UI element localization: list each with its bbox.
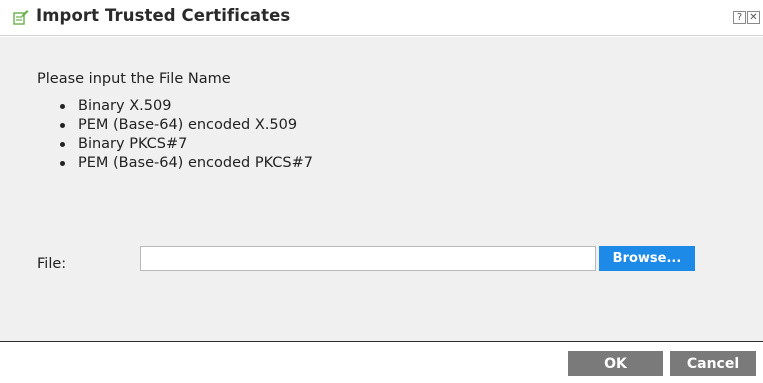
list-item: PEM (Base-64) encoded PKCS#7 bbox=[60, 154, 313, 173]
format-label: PEM (Base-64) encoded PKCS#7 bbox=[78, 155, 313, 171]
list-item: Binary X.509 bbox=[60, 97, 313, 116]
list-item: PEM (Base-64) encoded X.509 bbox=[60, 116, 313, 135]
dialog-title: Import Trusted Certificates bbox=[36, 6, 291, 25]
bullet-icon bbox=[60, 123, 65, 128]
dialog-body: Please input the File Name Binary X.509 … bbox=[0, 37, 763, 342]
ok-button[interactable]: OK bbox=[568, 351, 663, 376]
format-label: Binary PKCS#7 bbox=[78, 136, 188, 152]
format-label: PEM (Base-64) encoded X.509 bbox=[78, 117, 298, 133]
supported-formats-list: Binary X.509 PEM (Base-64) encoded X.509… bbox=[60, 97, 313, 173]
certificate-edit-icon bbox=[13, 9, 29, 25]
file-name-prompt: Please input the File Name bbox=[37, 71, 231, 87]
cancel-button[interactable]: Cancel bbox=[670, 351, 756, 376]
file-label: File: bbox=[37, 256, 67, 272]
dialog-header: Import Trusted Certificates ? ✕ bbox=[0, 0, 763, 36]
file-path-input[interactable] bbox=[140, 246, 596, 271]
format-label: Binary X.509 bbox=[78, 98, 172, 114]
help-icon[interactable]: ? bbox=[733, 11, 746, 24]
bullet-icon bbox=[60, 104, 65, 109]
close-icon[interactable]: ✕ bbox=[747, 11, 760, 24]
list-item: Binary PKCS#7 bbox=[60, 135, 313, 154]
bullet-icon bbox=[60, 142, 65, 147]
browse-button[interactable]: Browse... bbox=[599, 246, 695, 271]
bullet-icon bbox=[60, 161, 65, 166]
dialog-footer: OK Cancel bbox=[0, 343, 763, 383]
import-trusted-certificates-dialog: Import Trusted Certificates ? ✕ Please i… bbox=[0, 0, 763, 383]
